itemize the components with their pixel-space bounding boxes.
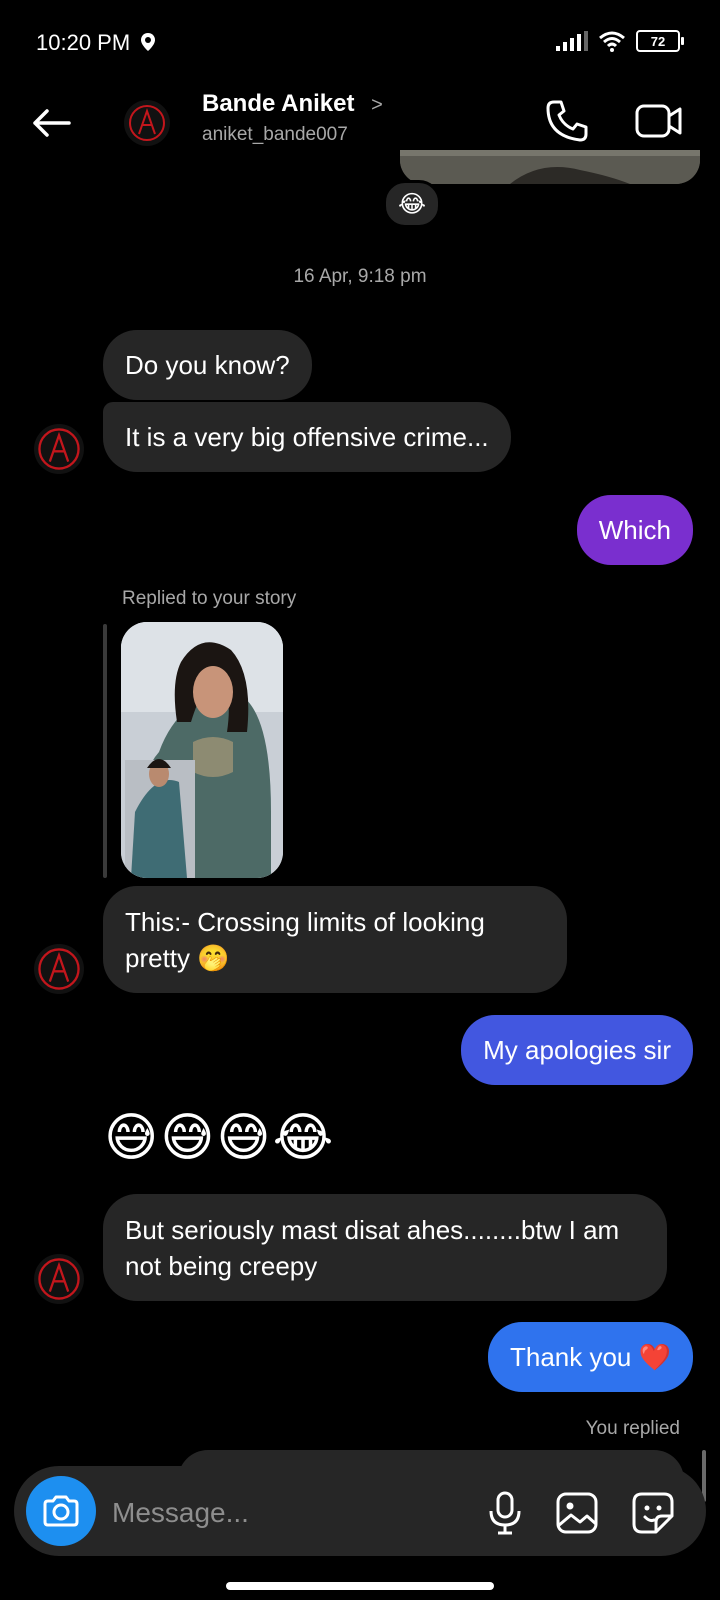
avatar-logo-icon	[129, 105, 165, 141]
sender-avatar[interactable]	[34, 1254, 84, 1304]
you-replied-label: You replied	[585, 1418, 680, 1439]
audio-call-button[interactable]	[544, 98, 590, 144]
microphone-icon	[489, 1491, 521, 1535]
contact-username[interactable]: aniket_bande007	[202, 124, 348, 146]
outgoing-message[interactable]: My apologies sir	[461, 1015, 693, 1085]
emoji-message[interactable]: 😅😅😅😂	[104, 1108, 335, 1168]
incoming-message[interactable]: Do you know?	[103, 330, 312, 400]
contact-name[interactable]: Bande Aniket >	[202, 90, 383, 118]
signal-icon	[556, 31, 588, 51]
previous-media-thumbnail[interactable]	[400, 150, 700, 184]
chevron-right-icon: >	[371, 94, 383, 116]
status-icons: 72	[556, 30, 684, 52]
avatar-logo-icon	[38, 948, 80, 990]
contact-name-text: Bande Aniket	[202, 90, 355, 117]
avatar-logo-icon	[38, 428, 80, 470]
story-photo	[121, 622, 283, 878]
voice-message-button[interactable]	[486, 1490, 524, 1536]
outgoing-message[interactable]: Thank you ❤️	[487, 1322, 693, 1392]
gallery-button[interactable]	[554, 1490, 600, 1536]
camera-button[interactable]	[26, 1476, 96, 1546]
message-timestamp: 16 Apr, 9:18 pm	[293, 266, 427, 287]
sticker-icon	[632, 1492, 674, 1534]
home-indicator[interactable]	[226, 1582, 494, 1590]
camera-icon	[43, 1495, 79, 1527]
battery-icon: 72	[636, 30, 684, 52]
replied-to-story-label: Replied to your story	[122, 588, 297, 609]
reaction-badge[interactable]: 😂	[383, 180, 441, 228]
sticker-button[interactable]	[630, 1490, 676, 1536]
sender-avatar[interactable]	[34, 424, 84, 474]
status-time-text: 10:20 PM	[36, 30, 131, 55]
reply-indicator-bar	[103, 624, 107, 878]
header-avatar[interactable]	[124, 100, 170, 146]
status-time: 10:20 PM	[36, 30, 156, 56]
story-thumbnail[interactable]	[121, 622, 283, 878]
media-image	[400, 150, 700, 184]
incoming-message[interactable]: But seriously mast disat ahes........btw…	[103, 1194, 667, 1301]
battery-level: 72	[650, 33, 666, 49]
back-arrow-icon	[33, 109, 71, 137]
wifi-icon	[599, 31, 625, 52]
message-input[interactable]	[110, 1492, 454, 1534]
gallery-icon	[556, 1492, 598, 1534]
phone-icon	[546, 100, 588, 142]
incoming-message[interactable]: It is a very big offensive crime...	[103, 402, 511, 472]
location-icon	[141, 33, 156, 51]
outgoing-message[interactable]: Which	[576, 495, 693, 565]
video-call-button[interactable]	[634, 98, 684, 144]
incoming-message[interactable]: This:- Crossing limits of looking pretty…	[103, 886, 567, 993]
video-call-icon	[635, 104, 682, 138]
back-button[interactable]	[28, 100, 74, 146]
avatar-logo-icon	[38, 1258, 80, 1300]
sender-avatar[interactable]	[34, 944, 84, 994]
